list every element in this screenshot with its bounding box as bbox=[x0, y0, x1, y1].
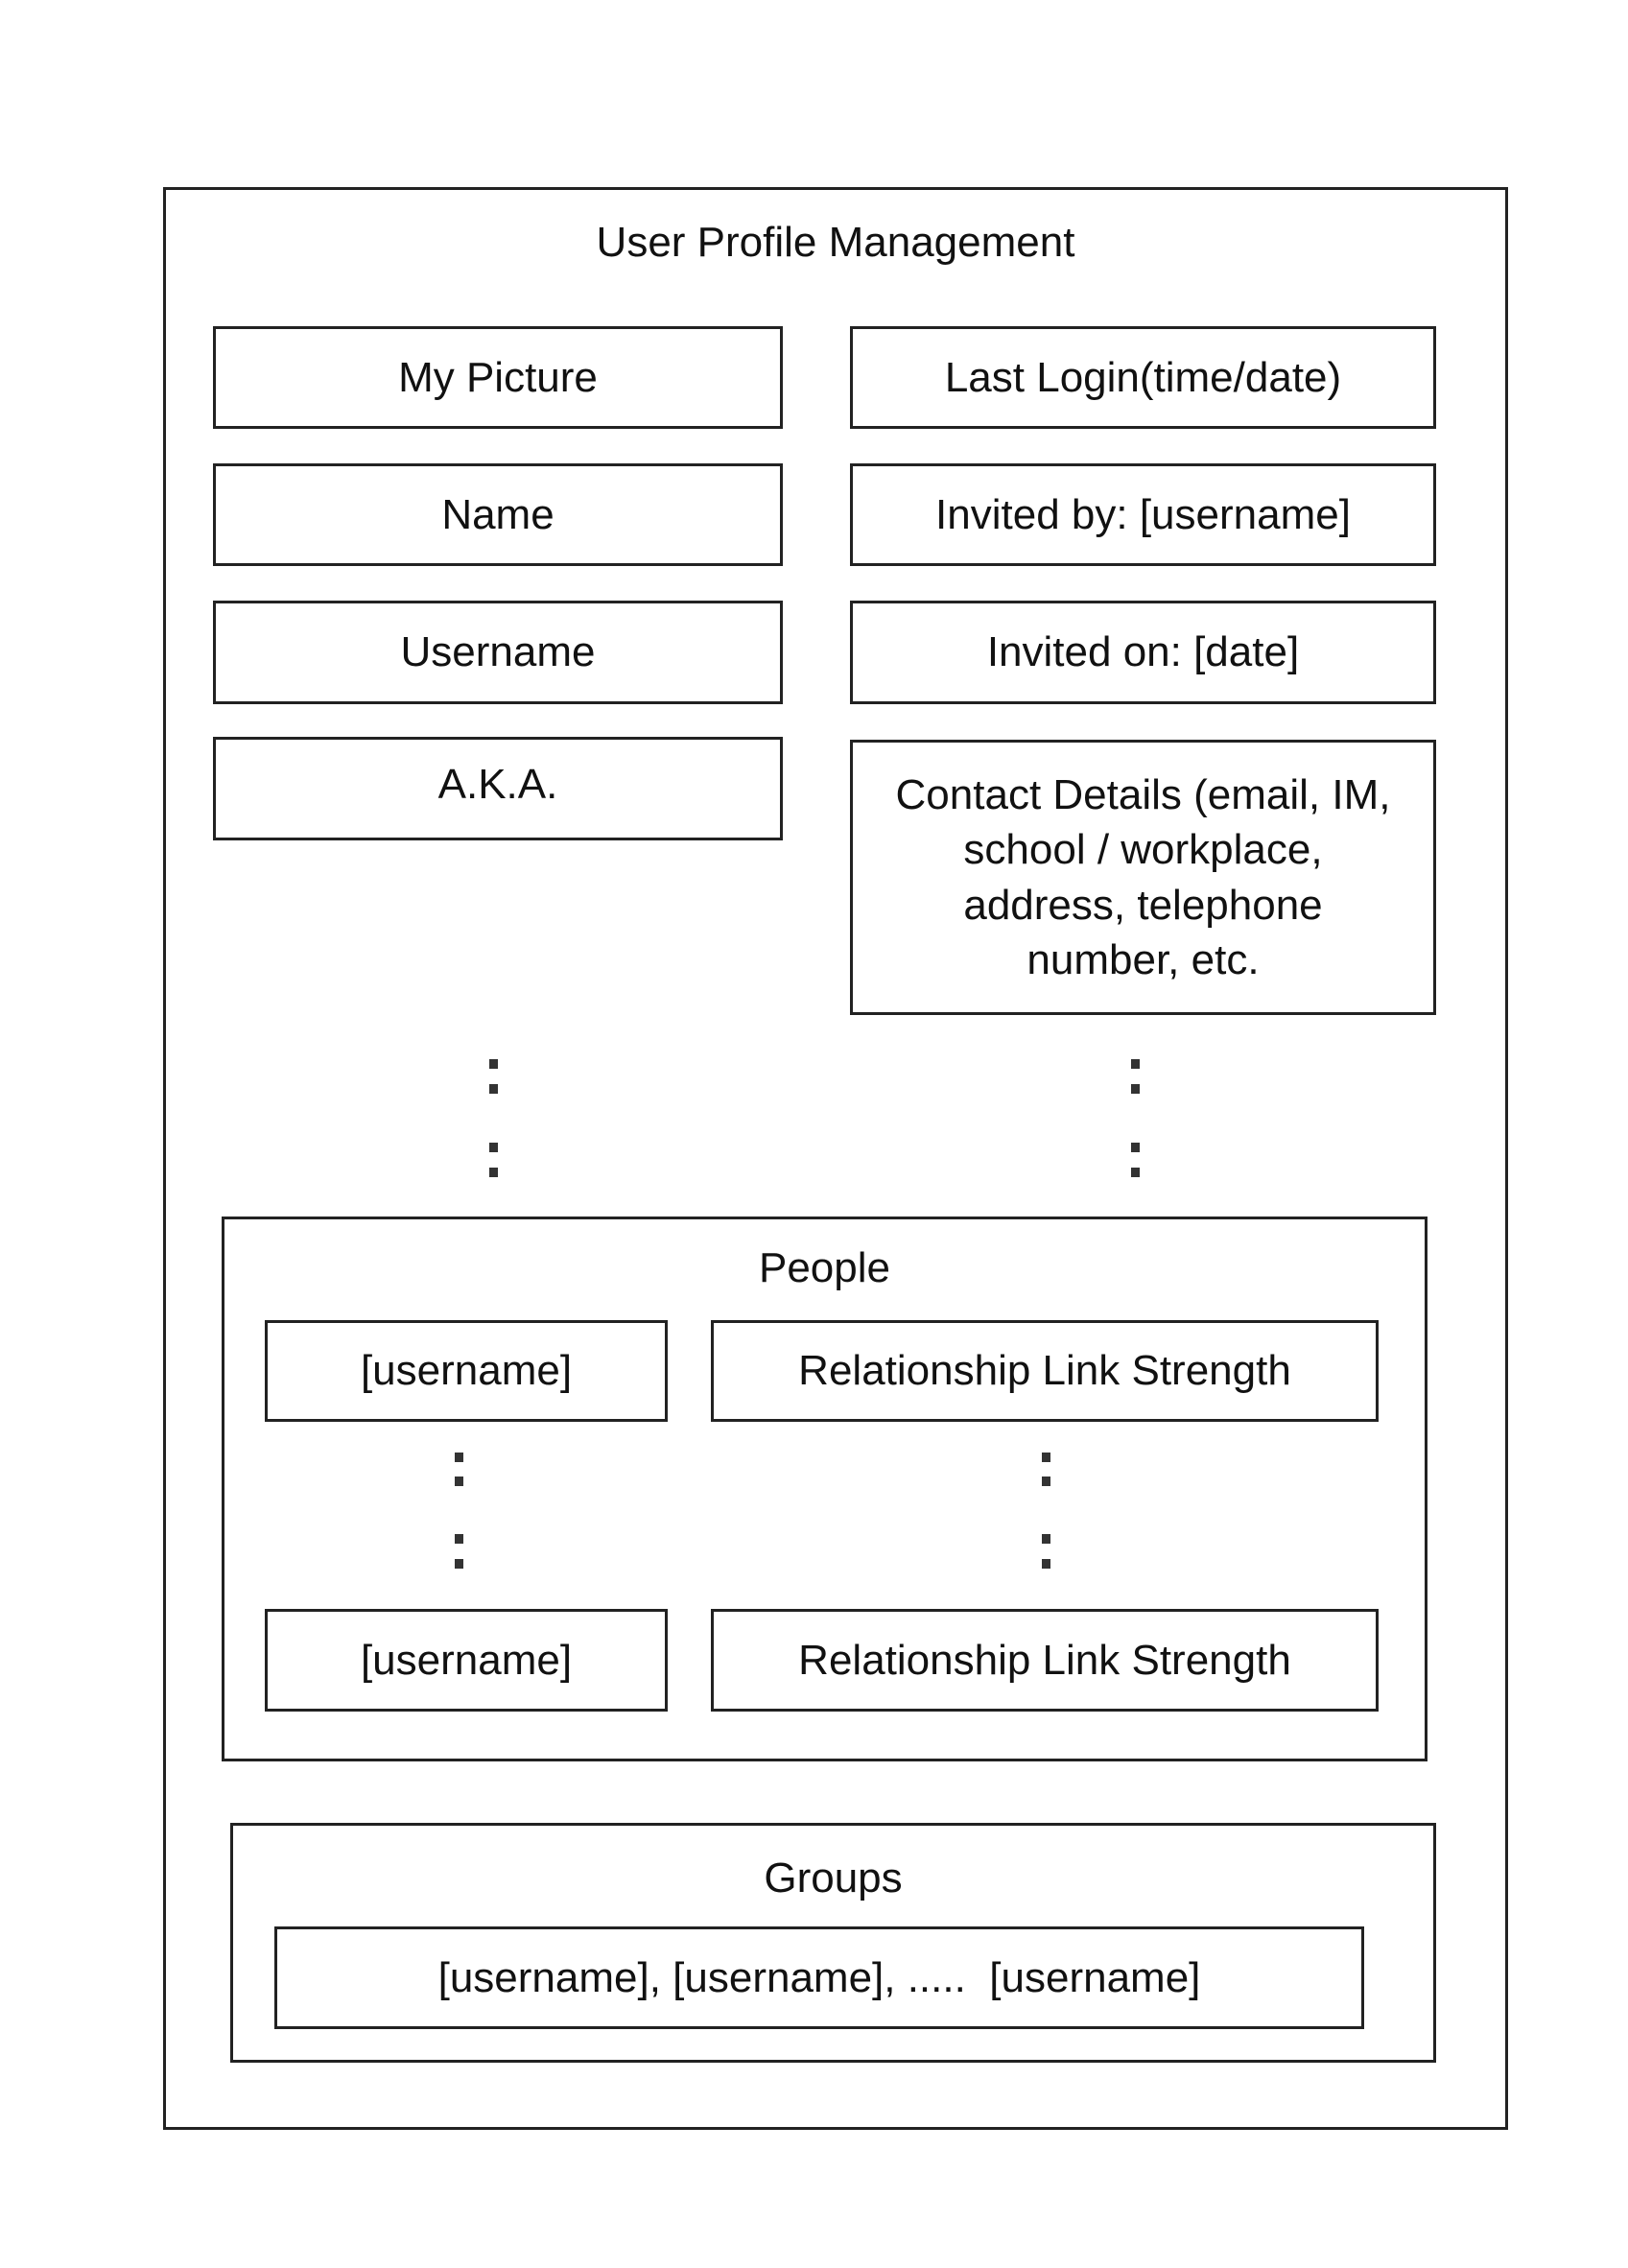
people-link-strength[interactable]: Relationship Link Strength bbox=[711, 1609, 1379, 1712]
ellipsis-dot bbox=[1131, 1168, 1140, 1177]
ellipsis-dot bbox=[1131, 1143, 1140, 1152]
field-invited-on[interactable]: Invited on: [date] bbox=[850, 601, 1436, 704]
field-contact-details[interactable]: Contact Details (email, IM, school / wor… bbox=[850, 740, 1436, 1015]
ellipsis-dot bbox=[489, 1168, 498, 1177]
ellipsis-dot bbox=[455, 1453, 463, 1462]
ellipsis-dot bbox=[1042, 1534, 1050, 1544]
ellipsis-dot bbox=[489, 1143, 498, 1152]
field-invited-by[interactable]: Invited by: [username] bbox=[850, 463, 1436, 566]
ellipsis-dot bbox=[455, 1477, 463, 1486]
ellipsis-dot bbox=[1131, 1084, 1140, 1094]
people-title: People bbox=[758, 1244, 890, 1291]
ellipsis-dot bbox=[455, 1559, 463, 1569]
field-my-picture[interactable]: My Picture bbox=[213, 326, 783, 429]
page-title: User Profile Management bbox=[596, 219, 1075, 266]
people-link-strength[interactable]: Relationship Link Strength bbox=[711, 1320, 1379, 1422]
ellipsis-dot bbox=[1131, 1059, 1140, 1069]
ellipsis-dot bbox=[1042, 1559, 1050, 1569]
field-name[interactable]: Name bbox=[213, 463, 783, 566]
field-username[interactable]: Username bbox=[213, 601, 783, 704]
ellipsis-dot bbox=[1042, 1477, 1050, 1486]
ellipsis-dot bbox=[489, 1084, 498, 1094]
ellipsis-dot bbox=[1042, 1453, 1050, 1462]
field-last-login[interactable]: Last Login(time/date) bbox=[850, 326, 1436, 429]
groups-title: Groups bbox=[764, 1855, 903, 1902]
ellipsis-dot bbox=[455, 1534, 463, 1544]
people-username[interactable]: [username] bbox=[265, 1609, 668, 1712]
groups-members[interactable]: [username], [username], ..... [username] bbox=[274, 1926, 1364, 2029]
people-username[interactable]: [username] bbox=[265, 1320, 668, 1422]
ellipsis-dot bbox=[489, 1059, 498, 1069]
field-aka[interactable]: A.K.A. bbox=[213, 737, 783, 840]
